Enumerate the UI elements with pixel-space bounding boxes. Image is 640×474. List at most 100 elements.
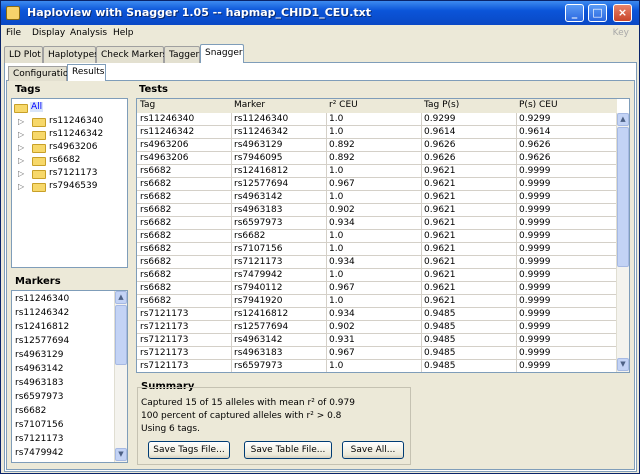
tab-snagger[interactable]: Snagger: [200, 44, 244, 63]
cell-divider: [516, 256, 517, 269]
table-cell: rs4963183: [234, 348, 283, 358]
list-item[interactable]: rs4963129: [15, 350, 63, 360]
tab-ld-plot[interactable]: LD Plot: [4, 46, 43, 63]
cell-divider: [231, 217, 232, 230]
table-cell: 1.0: [329, 192, 344, 202]
table-row[interactable]: rs6682 rs7940112 0.967 0.9621 0.9999: [137, 282, 617, 295]
table-row[interactable]: rs6682 rs4963142 1.0 0.9621 0.9999: [137, 191, 617, 204]
table-row[interactable]: rs11246342 rs11246342 1.0 0.9614 0.9614: [137, 126, 617, 139]
cell-divider: [326, 308, 327, 321]
table-row[interactable]: rs7121173 rs6597973 1.0 0.9485 0.9999: [137, 360, 617, 372]
table-cell: rs6682: [140, 257, 172, 267]
list-item[interactable]: rs11246342: [15, 308, 69, 318]
table-row[interactable]: rs6682 rs7121173 0.934 0.9621 0.9999: [137, 256, 617, 269]
close-button[interactable]: ×: [613, 4, 632, 22]
menu-display[interactable]: Display: [32, 28, 65, 38]
list-item[interactable]: rs6682: [15, 406, 46, 416]
expand-arrow-icon[interactable]: ▷: [18, 130, 26, 139]
cell-divider: [516, 126, 517, 139]
window-title: Haploview with Snagger 1.05 -- hapmap_CH…: [27, 6, 371, 19]
table-cell: rs4963142: [234, 192, 283, 202]
save-table-file-button[interactable]: Save Table File...: [244, 441, 332, 459]
table-row[interactable]: rs11246340 rs11246340 1.0 0.9299 0.9299: [137, 113, 617, 126]
expand-arrow-icon[interactable]: ▷: [18, 143, 26, 152]
table-row[interactable]: rs6682 rs7941920 1.0 0.9621 0.9999: [137, 295, 617, 308]
table-cell: 0.902: [329, 205, 355, 215]
list-item[interactable]: rs4963183: [15, 378, 63, 388]
cell-divider: [421, 321, 422, 334]
tab-check-markers[interactable]: Check Markers: [96, 46, 167, 63]
markers-scrollbar[interactable]: ▲ ▼: [114, 291, 127, 462]
tab-tagger[interactable]: Tagger: [164, 46, 200, 63]
save-all-button[interactable]: Save All...: [342, 441, 404, 459]
list-item[interactable]: rs4963142: [15, 364, 63, 374]
list-item[interactable]: rs12416812: [15, 322, 69, 332]
menu-analysis[interactable]: Analysis: [70, 28, 107, 38]
table-row[interactable]: rs7121173 rs4963142 0.931 0.9485 0.9999: [137, 334, 617, 347]
column-header[interactable]: r² CEU: [329, 100, 358, 110]
table-row[interactable]: rs6682 rs6597973 0.934 0.9621 0.9999: [137, 217, 617, 230]
tab-configuration[interactable]: Configuration: [8, 66, 74, 81]
minimize-button[interactable]: _: [565, 4, 584, 22]
tests-header: Tests: [139, 84, 168, 95]
tab-haplotypes[interactable]: Haplotypes: [43, 46, 99, 63]
expand-arrow-icon[interactable]: ▷: [18, 156, 26, 165]
table-cell: 0.9485: [424, 361, 456, 371]
expand-arrow-icon[interactable]: ▷: [18, 117, 26, 126]
cell-divider: [516, 360, 517, 372]
table-row[interactable]: rs6682 rs6682 1.0 0.9621 0.9999: [137, 230, 617, 243]
cell-divider: [231, 126, 232, 139]
table-cell: rs7940112: [234, 283, 283, 293]
cell-divider: [421, 334, 422, 347]
table-row[interactable]: rs4963206 rs4963129 0.892 0.9626 0.9626: [137, 139, 617, 152]
markers-header: Markers: [15, 276, 61, 287]
table-row[interactable]: rs6682 rs12416812 1.0 0.9621 0.9999: [137, 165, 617, 178]
column-header[interactable]: P(s) CEU: [519, 100, 558, 110]
table-row[interactable]: rs7121173 rs12577694 0.902 0.9485 0.9999: [137, 321, 617, 334]
table-row[interactable]: rs6682 rs4963183 0.902 0.9621 0.9999: [137, 204, 617, 217]
column-header[interactable]: Marker: [234, 100, 265, 110]
list-item[interactable]: rs11246340: [15, 294, 69, 304]
table-row[interactable]: rs7121173 rs4963183 0.967 0.9485 0.9999: [137, 347, 617, 360]
table-cell: 0.9485: [424, 322, 456, 332]
table-cell: 0.9999: [519, 322, 551, 332]
table-cell: rs7479942: [234, 270, 283, 280]
list-item[interactable]: rs6597973: [15, 392, 63, 402]
table-cell: 0.9621: [424, 166, 456, 176]
table-row[interactable]: rs4963206 rs7946095 0.892 0.9626 0.9626: [137, 152, 617, 165]
column-header[interactable]: Tag P(s): [424, 100, 459, 110]
tab-results[interactable]: Results: [67, 64, 106, 81]
expand-arrow-icon[interactable]: ▷: [18, 169, 26, 178]
column-header[interactable]: Tag: [140, 100, 155, 110]
scroll-down-icon[interactable]: ▼: [617, 358, 629, 371]
table-row[interactable]: rs6682 rs7107156 1.0 0.9621 0.9999: [137, 243, 617, 256]
save-tags-file-button[interactable]: Save Tags File...: [148, 441, 230, 459]
scroll-down-icon[interactable]: ▼: [115, 448, 127, 461]
cell-divider: [326, 321, 327, 334]
list-item[interactable]: rs7107156: [15, 420, 63, 430]
scroll-up-icon[interactable]: ▲: [617, 113, 629, 126]
cell-divider: [421, 152, 422, 165]
table-row[interactable]: rs7121173 rs12416812 0.934 0.9485 0.9999: [137, 308, 617, 321]
tests-scrollbar[interactable]: ▲ ▼: [616, 113, 629, 372]
scroll-thumb[interactable]: [617, 127, 629, 267]
table-row[interactable]: rs6682 rs7479942 1.0 0.9621 0.9999: [137, 269, 617, 282]
cell-divider: [516, 334, 517, 347]
maximize-button[interactable]: □: [588, 4, 607, 22]
table-cell: 0.9999: [519, 192, 551, 202]
list-item[interactable]: rs7121173: [15, 434, 63, 444]
title-bar[interactable]: Haploview with Snagger 1.05 -- hapmap_CH…: [1, 1, 639, 25]
list-item[interactable]: rs7479942: [15, 448, 63, 458]
expand-arrow-icon[interactable]: ▷: [18, 182, 26, 191]
menu-help[interactable]: Help: [113, 28, 134, 38]
table-row[interactable]: rs6682 rs12577694 0.967 0.9621 0.9999: [137, 178, 617, 191]
table-cell: 0.9614: [519, 127, 551, 137]
list-item[interactable]: rs12577694: [15, 336, 69, 346]
scroll-thumb[interactable]: [115, 305, 127, 365]
menu-file[interactable]: File: [6, 28, 21, 38]
table-cell: 0.9999: [519, 335, 551, 345]
scroll-up-icon[interactable]: ▲: [115, 291, 127, 304]
cell-divider: [516, 230, 517, 243]
table-cell: 0.892: [329, 140, 355, 150]
table-cell: rs11246342: [234, 127, 289, 137]
